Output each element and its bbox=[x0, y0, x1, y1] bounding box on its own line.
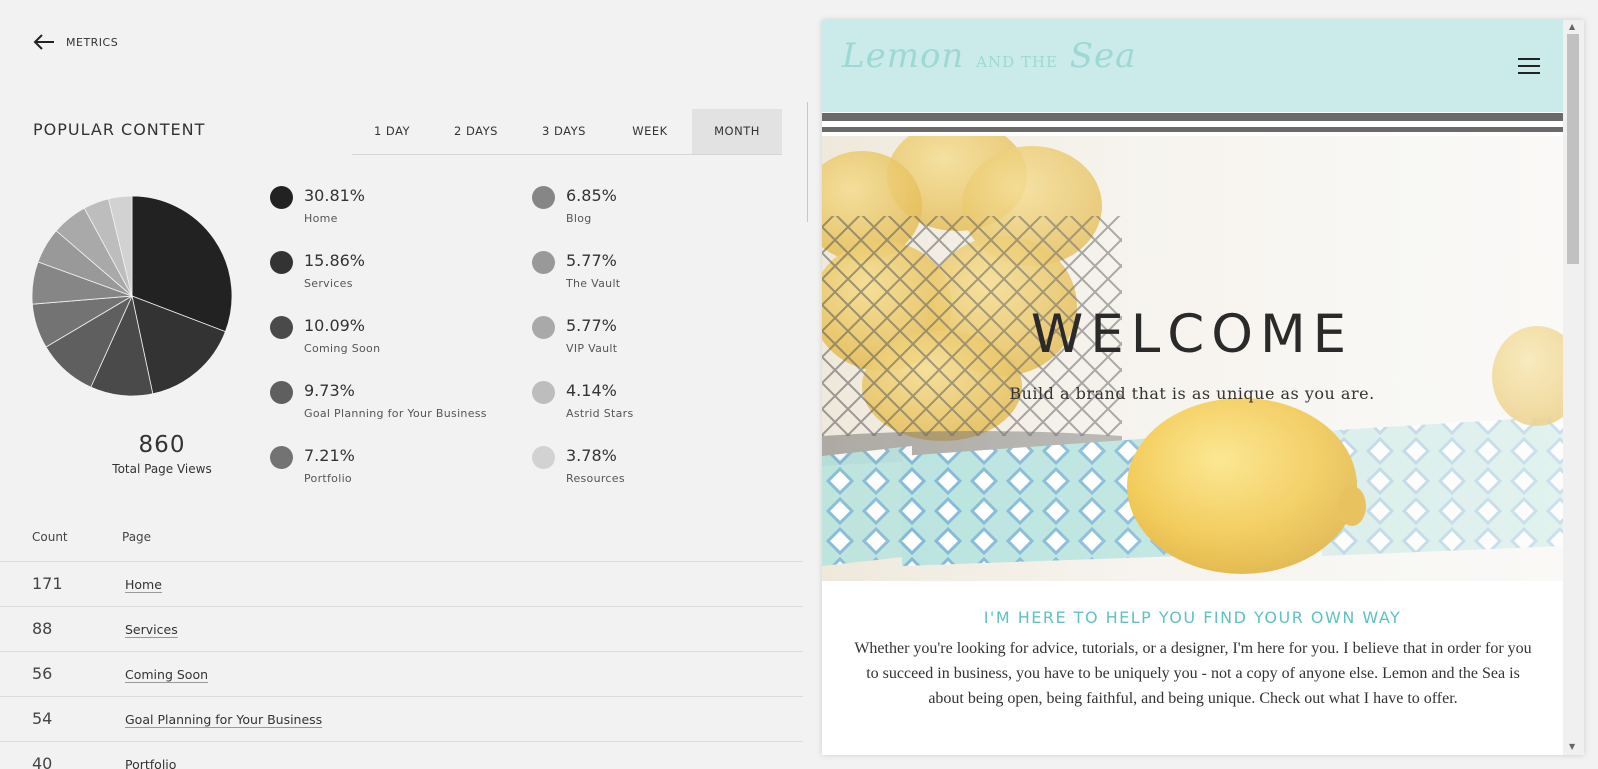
section-heading: I'M HERE TO HELP YOU FIND YOUR OWN WAY bbox=[983, 608, 1402, 627]
legend-item: 6.85% Blog bbox=[532, 186, 772, 236]
legend-swatch bbox=[532, 381, 555, 404]
row-count: 40 bbox=[32, 754, 53, 769]
legend-page-name: Blog bbox=[566, 212, 592, 225]
hero-title: WELCOME bbox=[1030, 304, 1354, 365]
legend-swatch bbox=[532, 251, 555, 274]
legend-item: 5.77% VIP Vault bbox=[532, 316, 772, 366]
table-row: 56 Coming Soon bbox=[0, 651, 803, 696]
legend-page-name: Resources bbox=[566, 472, 625, 485]
legend-percent: 4.14% bbox=[566, 381, 617, 400]
tab-month[interactable]: MONTH bbox=[692, 109, 782, 154]
back-label: METRICS bbox=[66, 35, 119, 49]
back-to-metrics-button[interactable]: METRICS bbox=[32, 33, 118, 51]
table-row: 88 Services bbox=[0, 606, 803, 651]
tab-3-days[interactable]: 3 DAYS bbox=[520, 109, 608, 154]
legend-percent: 30.81% bbox=[304, 186, 366, 205]
page-views-pie-chart bbox=[31, 195, 233, 397]
legend-page-name: Home bbox=[304, 212, 338, 225]
row-count: 88 bbox=[32, 619, 53, 638]
logo-word-and-the: AND THE bbox=[976, 53, 1058, 71]
legend-item: 15.86% Services bbox=[270, 251, 510, 301]
legend-item: 9.73% Goal Planning for Your Business bbox=[270, 381, 510, 431]
legend-page-name: Coming Soon bbox=[304, 342, 381, 355]
total-page-views-label: Total Page Views bbox=[112, 462, 212, 476]
legend-item: 3.78% Resources bbox=[532, 446, 772, 496]
count-column-header: Count bbox=[32, 530, 68, 544]
row-page-link[interactable]: Goal Planning for Your Business bbox=[125, 712, 322, 727]
legend-item: 5.77% The Vault bbox=[532, 251, 772, 301]
legend-swatch bbox=[270, 446, 293, 469]
row-count: 171 bbox=[32, 574, 63, 593]
legend-page-name: Services bbox=[304, 277, 353, 290]
logo-word-sea: Sea bbox=[1069, 36, 1137, 76]
left-scrollbar[interactable]: ▲ ▼ bbox=[806, 92, 808, 769]
row-page-link[interactable]: Portfolio bbox=[125, 757, 176, 769]
legend-percent: 7.21% bbox=[304, 446, 355, 465]
total-page-views-count: 860 bbox=[138, 432, 186, 458]
legend-item: 10.09% Coming Soon bbox=[270, 316, 510, 366]
scroll-down-arrow-icon[interactable]: ▼ bbox=[1569, 742, 1575, 751]
scrollbar-thumb[interactable] bbox=[807, 102, 808, 222]
legend-percent: 6.85% bbox=[566, 186, 617, 205]
tab-1-day[interactable]: 1 DAY bbox=[352, 109, 432, 154]
page-column-header: Page bbox=[122, 530, 152, 544]
hero-tagline: Build a brand that is as unique as you a… bbox=[1009, 384, 1375, 403]
row-count: 56 bbox=[32, 664, 53, 683]
row-page-link[interactable]: Coming Soon bbox=[125, 667, 208, 682]
metrics-panel: METRICS POPULAR CONTENT 1 DAY 2 DAYS 3 D… bbox=[0, 0, 808, 769]
legend-swatch bbox=[270, 316, 293, 339]
header-stripe bbox=[822, 127, 1563, 132]
scrollbar-thumb[interactable] bbox=[1567, 34, 1579, 264]
menu-icon[interactable] bbox=[1518, 58, 1542, 76]
table-row: 40 Portfolio bbox=[0, 741, 803, 769]
legend-item: 7.21% Portfolio bbox=[270, 446, 510, 496]
legend-swatch bbox=[270, 381, 293, 404]
legend-swatch bbox=[270, 251, 293, 274]
row-count: 54 bbox=[32, 709, 53, 728]
table-row: 171 Home bbox=[0, 561, 803, 606]
logo-word-lemon: Lemon bbox=[842, 36, 965, 76]
table-row: 54 Goal Planning for Your Business bbox=[0, 696, 803, 741]
legend-swatch bbox=[532, 316, 555, 339]
hero-banner: WELCOME Build a brand that is as unique … bbox=[822, 136, 1563, 581]
arrow-left-icon bbox=[33, 34, 54, 50]
legend-percent: 5.77% bbox=[566, 251, 617, 270]
section-title: POPULAR CONTENT bbox=[33, 120, 206, 139]
legend-percent: 9.73% bbox=[304, 381, 355, 400]
legend-percent: 5.77% bbox=[566, 316, 617, 335]
legend-swatch bbox=[532, 446, 555, 469]
legend-item: 4.14% Astrid Stars bbox=[532, 381, 772, 431]
site-logo[interactable]: Lemon AND THE Sea bbox=[842, 36, 1136, 76]
legend-page-name: The Vault bbox=[566, 277, 621, 290]
legend-percent: 10.09% bbox=[304, 316, 366, 335]
row-page-link[interactable]: Home bbox=[125, 577, 162, 592]
site-preview: Lemon AND THE Sea WELCOME Build a brand … bbox=[822, 20, 1584, 755]
tab-2-days[interactable]: 2 DAYS bbox=[432, 109, 520, 154]
legend-page-name: VIP Vault bbox=[566, 342, 618, 355]
legend-swatch bbox=[532, 186, 555, 209]
scroll-up-arrow-icon[interactable]: ▲ bbox=[1569, 22, 1575, 31]
legend-page-name: Portfolio bbox=[304, 472, 352, 485]
legend-percent: 15.86% bbox=[304, 251, 366, 270]
site-header: Lemon AND THE Sea bbox=[822, 20, 1563, 112]
row-page-link[interactable]: Services bbox=[125, 622, 178, 637]
legend-percent: 3.78% bbox=[566, 446, 617, 465]
header-stripe bbox=[822, 113, 1563, 121]
legend-item: 30.81% Home bbox=[270, 186, 510, 236]
preview-scrollbar[interactable]: ▲ ▼ bbox=[1563, 20, 1584, 755]
legend-page-name: Goal Planning for Your Business bbox=[304, 407, 487, 420]
section-paragraph: Whether you're looking for advice, tutor… bbox=[854, 640, 1532, 707]
legend-page-name: Astrid Stars bbox=[566, 407, 634, 420]
legend-swatch bbox=[270, 186, 293, 209]
time-range-tabs: 1 DAY 2 DAYS 3 DAYS WEEK MONTH bbox=[352, 109, 782, 155]
tab-week[interactable]: WEEK bbox=[608, 109, 692, 154]
